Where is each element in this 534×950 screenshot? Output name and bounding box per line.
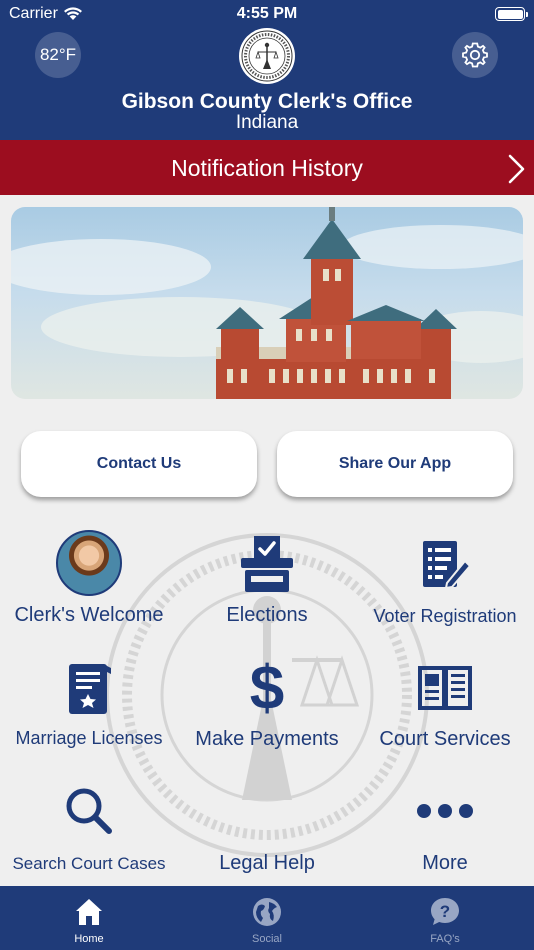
search-icon [66, 788, 112, 834]
office-title: Gibson County Clerk's Office [121, 90, 413, 113]
tile-voter-registration[interactable]: Voter Registration [356, 528, 534, 627]
svg-text:?: ? [440, 902, 450, 921]
tile-legal-help[interactable]: Legal Help [178, 776, 356, 875]
battery-icon [495, 7, 528, 21]
tile-label: Marriage Licenses [15, 728, 163, 748]
dollar-icon: $ [250, 655, 284, 719]
chevron-right-icon [508, 154, 525, 184]
tile-label: Legal Help [219, 852, 315, 874]
tab-faqs[interactable]: ? FAQ's [356, 886, 534, 950]
tile-label: Search Court Cases [12, 854, 166, 873]
certificate-icon [69, 664, 111, 714]
more-dots-icon [417, 804, 473, 818]
svg-text:$: $ [250, 655, 284, 719]
tab-home[interactable]: Home [0, 886, 178, 950]
ballot-box-icon [241, 536, 293, 592]
question-bubble-icon: ? [431, 898, 459, 925]
settings-button[interactable] [452, 32, 498, 78]
tile-label: Voter Registration [373, 606, 517, 626]
tab-label: Home [74, 933, 104, 945]
globe-icon [253, 898, 281, 926]
tab-social[interactable]: Social [178, 886, 356, 950]
tab-label: FAQ's [430, 933, 460, 945]
tile-search-court-cases[interactable]: Search Court Cases [0, 776, 178, 874]
clipboard-form-icon [423, 541, 472, 590]
tab-bar: Home Social ? FAQ's [0, 886, 534, 950]
app-header: Carrier 4:55 PM 82°F Gibson County Clerk… [0, 0, 534, 140]
tile-make-payments[interactable]: $ Make Payments [178, 652, 356, 751]
share-app-button[interactable]: Share Our App [277, 431, 513, 497]
tile-label: Elections [226, 604, 308, 626]
status-bar: Carrier 4:55 PM [0, 0, 534, 28]
weather-button[interactable]: 82°F [35, 32, 81, 78]
notification-history-label: Notification History [171, 155, 363, 181]
clock: 4:55 PM [236, 5, 298, 22]
tile-more[interactable]: More [356, 776, 534, 875]
contact-us-button[interactable]: Contact Us [21, 431, 257, 497]
tile-label: Make Payments [195, 728, 339, 750]
tile-elections[interactable]: Elections [178, 528, 356, 627]
office-subtitle: Indiana [235, 112, 299, 133]
tile-clerks-welcome[interactable]: Clerk's Welcome [0, 528, 178, 627]
tab-label: Social [252, 933, 282, 945]
open-book-icon [418, 666, 472, 710]
temperature-label: 82°F [39, 45, 77, 64]
courthouse-banner-image [11, 207, 523, 399]
county-seal-logo [239, 28, 295, 84]
notification-history-bar[interactable]: Notification History [0, 140, 534, 195]
tile-marriage-licenses[interactable]: Marriage Licenses [0, 652, 178, 749]
clerk-avatar [56, 530, 122, 596]
tile-label: Court Services [379, 728, 511, 750]
home-icon [76, 899, 102, 925]
tile-label: More [422, 852, 468, 874]
tile-label: Clerk's Welcome [14, 604, 164, 626]
tile-court-services[interactable]: Court Services [356, 652, 534, 751]
gear-icon [462, 42, 488, 68]
